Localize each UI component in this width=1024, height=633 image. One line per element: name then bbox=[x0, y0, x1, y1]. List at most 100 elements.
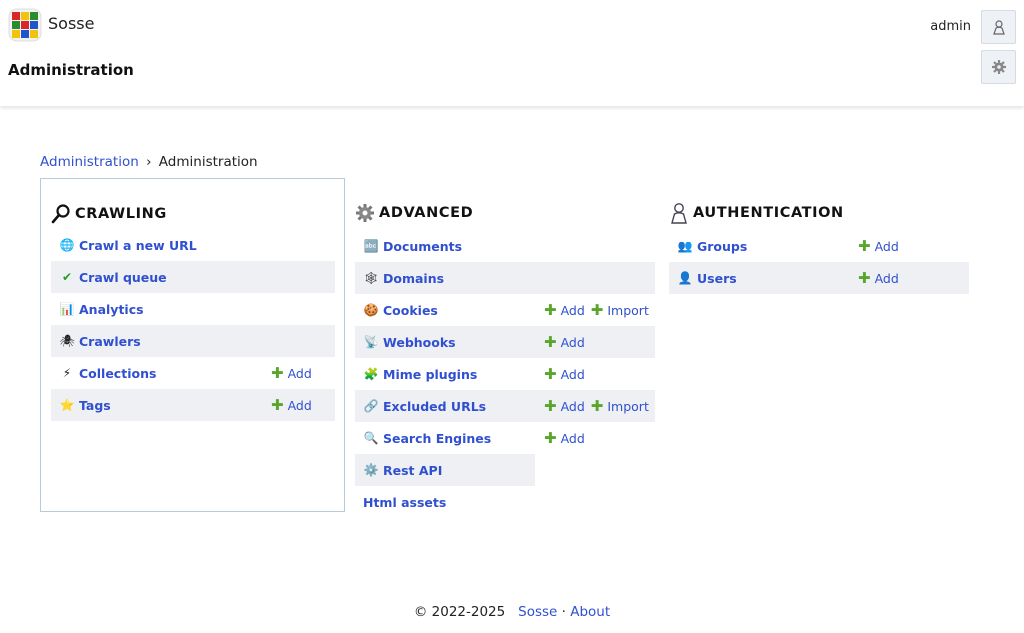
rest-api-link[interactable]: Rest API bbox=[383, 463, 442, 478]
network-icon: 🕸 bbox=[363, 271, 379, 285]
list-item: Html assets bbox=[355, 486, 655, 518]
list-item: 🧩 Mime plugins ✚ Add bbox=[355, 358, 655, 390]
plus-icon: ✚ bbox=[590, 300, 604, 319]
check-icon: ✔ bbox=[61, 270, 73, 284]
plus-icon: ✚ bbox=[544, 428, 557, 447]
list-item: 👤 Users ✚ Add bbox=[669, 262, 969, 294]
gear-icon bbox=[991, 60, 1006, 74]
breadcrumb-separator: › bbox=[146, 154, 152, 170]
add-search-engine-link[interactable]: Add bbox=[561, 431, 585, 446]
user-menu-button[interactable] bbox=[981, 10, 1016, 44]
app-name[interactable]: Sosse bbox=[48, 14, 94, 33]
list-item: 📊 Analytics bbox=[51, 293, 335, 325]
plus-icon: ✚ bbox=[858, 268, 871, 287]
plus-icon: ✚ bbox=[858, 236, 871, 255]
collections-link[interactable]: Collections bbox=[79, 366, 156, 381]
import-cookies-link[interactable]: Import bbox=[607, 303, 649, 318]
list-item: 🕷 Crawlers bbox=[51, 325, 335, 357]
list-item: ⭐ Tags ✚ Add bbox=[51, 389, 335, 421]
footer: © 2022-2025 Sosse · About bbox=[0, 604, 1024, 620]
authentication-header: AUTHENTICATION bbox=[669, 198, 973, 228]
search-icon: 🔍 bbox=[363, 431, 379, 445]
crawl-new-url-link[interactable]: Crawl a new URL bbox=[79, 238, 197, 253]
sosse-logo-icon[interactable] bbox=[8, 8, 42, 42]
breadcrumb: Administration › Administration bbox=[40, 154, 258, 170]
plus-icon: ✚ bbox=[590, 396, 604, 415]
list-item: 👥 Groups ✚ Add bbox=[669, 230, 969, 262]
antenna-icon: 📡 bbox=[363, 335, 379, 349]
plus-icon: ✚ bbox=[544, 300, 557, 319]
add-group-link[interactable]: Add bbox=[875, 239, 899, 254]
html-assets-link[interactable]: Html assets bbox=[363, 495, 446, 510]
link-icon: 🔗 bbox=[363, 399, 379, 413]
authentication-title: AUTHENTICATION bbox=[693, 205, 844, 221]
add-mime-plugin-link[interactable]: Add bbox=[561, 367, 585, 382]
list-item: 🕸 Domains bbox=[355, 262, 655, 294]
add-collection-link[interactable]: Add bbox=[288, 366, 312, 381]
crawl-queue-link[interactable]: Crawl queue bbox=[79, 270, 167, 285]
tags-link[interactable]: Tags bbox=[79, 398, 111, 413]
group-icon: 👥 bbox=[677, 239, 693, 253]
advanced-title: ADVANCED bbox=[379, 205, 474, 221]
documents-link[interactable]: Documents bbox=[383, 239, 462, 254]
advanced-header: ADVANCED bbox=[355, 198, 659, 228]
crawling-panel: CRAWLING 🌐 Crawl a new URL ✔ Crawl queue… bbox=[40, 178, 345, 512]
abc-icon: 🔤 bbox=[363, 239, 379, 253]
breadcrumb-link-administration[interactable]: Administration bbox=[40, 154, 139, 170]
add-excluded-url-link[interactable]: Add bbox=[561, 399, 585, 414]
puzzle-icon: 🧩 bbox=[363, 367, 379, 381]
domains-link[interactable]: Domains bbox=[383, 271, 444, 286]
add-webhook-link[interactable]: Add bbox=[561, 335, 585, 350]
footer-separator: · bbox=[561, 604, 566, 620]
crawlers-link[interactable]: Crawlers bbox=[79, 334, 141, 349]
mime-plugins-link[interactable]: Mime plugins bbox=[383, 367, 477, 382]
gear-icon bbox=[356, 204, 374, 222]
magnifier-icon bbox=[51, 204, 70, 224]
plus-icon: ✚ bbox=[544, 364, 557, 383]
excluded-urls-link[interactable]: Excluded URLs bbox=[383, 399, 486, 414]
username-label: admin bbox=[930, 19, 971, 34]
spider-icon: 🕷 bbox=[59, 334, 75, 348]
crawling-list: 🌐 Crawl a new URL ✔ Crawl queue 📊 Analyt… bbox=[51, 229, 335, 421]
settings-button[interactable] bbox=[981, 50, 1016, 84]
users-link[interactable]: Users bbox=[697, 271, 737, 286]
lightning-icon: ⚡ bbox=[62, 366, 72, 380]
analytics-link[interactable]: Analytics bbox=[79, 302, 144, 317]
advanced-panel: ADVANCED 🔤 Documents 🕸 Domains 🍪 Cookies… bbox=[354, 178, 659, 518]
add-cookie-link[interactable]: Add bbox=[561, 303, 585, 318]
user-icon bbox=[671, 203, 687, 224]
search-engines-link[interactable]: Search Engines bbox=[383, 431, 491, 446]
user-icon bbox=[992, 20, 1005, 35]
import-excluded-urls-link[interactable]: Import bbox=[607, 399, 649, 414]
breadcrumb-current: Administration bbox=[158, 154, 258, 170]
list-item: 🌐 Crawl a new URL bbox=[51, 229, 335, 261]
advanced-list: 🔤 Documents 🕸 Domains 🍪 Cookies ✚ Add ✚ … bbox=[355, 230, 655, 518]
plus-icon: ✚ bbox=[271, 395, 284, 414]
list-item: 🔤 Documents bbox=[355, 230, 655, 262]
list-item: ⚙️ Rest API bbox=[355, 454, 655, 486]
person-icon: 👤 bbox=[677, 271, 693, 285]
page-title: Administration bbox=[8, 61, 134, 79]
authentication-list: 👥 Groups ✚ Add 👤 Users ✚ Add bbox=[669, 230, 969, 294]
list-item: 🔗 Excluded URLs ✚ Add ✚ Import bbox=[355, 390, 655, 422]
footer-about-link[interactable]: About bbox=[570, 604, 610, 620]
chart-icon: 📊 bbox=[59, 302, 75, 316]
plus-icon: ✚ bbox=[271, 363, 284, 382]
plus-icon: ✚ bbox=[544, 396, 557, 415]
groups-link[interactable]: Groups bbox=[697, 239, 747, 254]
copyright-text: © 2022-2025 bbox=[413, 604, 506, 620]
add-user-link[interactable]: Add bbox=[875, 271, 899, 286]
globe-icon: 🌐 bbox=[59, 238, 75, 252]
webhooks-link[interactable]: Webhooks bbox=[383, 335, 456, 350]
top-bar: Sosse Administration admin bbox=[0, 0, 1024, 106]
plus-icon: ✚ bbox=[544, 332, 557, 351]
add-tag-link[interactable]: Add bbox=[288, 398, 312, 413]
crawling-header: CRAWLING bbox=[51, 199, 344, 229]
gear-icon: ⚙️ bbox=[363, 463, 379, 477]
star-icon: ⭐ bbox=[59, 398, 75, 412]
cookies-link[interactable]: Cookies bbox=[383, 303, 438, 318]
footer-sosse-link[interactable]: Sosse bbox=[518, 604, 557, 620]
crawling-title: CRAWLING bbox=[75, 206, 167, 222]
authentication-panel: AUTHENTICATION 👥 Groups ✚ Add 👤 Users ✚ … bbox=[668, 178, 973, 294]
list-item: 🍪 Cookies ✚ Add ✚ Import bbox=[355, 294, 655, 326]
